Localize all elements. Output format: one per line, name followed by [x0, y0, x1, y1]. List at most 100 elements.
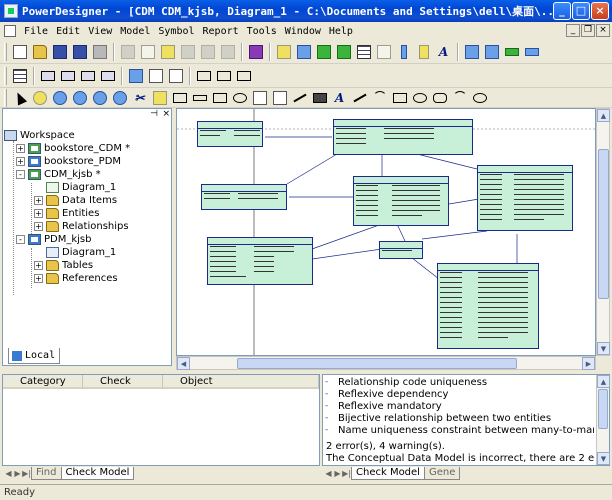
- new-icon[interactable]: [10, 42, 29, 61]
- zoom-fit-icon[interactable]: [110, 88, 129, 107]
- canvas-vertical-scrollbar[interactable]: ▲ ▼: [596, 108, 610, 356]
- diagram-canvas[interactable]: [176, 108, 596, 356]
- zoom-out-icon[interactable]: [70, 88, 89, 107]
- column-check[interactable]: Check: [83, 375, 163, 389]
- tab-last-icon[interactable]: ▶|: [342, 469, 351, 478]
- entity-box[interactable]: [477, 165, 573, 231]
- workspace-toggle-icon[interactable]: [10, 66, 29, 85]
- expand-toggle[interactable]: +: [34, 261, 43, 270]
- menu-report[interactable]: Report: [199, 26, 243, 37]
- line-icon[interactable]: [350, 88, 369, 107]
- tab-next-icon[interactable]: ▶: [13, 469, 22, 478]
- link-icon[interactable]: [290, 88, 309, 107]
- column-category[interactable]: Category: [3, 375, 83, 389]
- view-1-icon[interactable]: [38, 66, 57, 85]
- scroll-up-icon[interactable]: ▲: [597, 375, 610, 388]
- tab-prev-icon[interactable]: ◀: [324, 469, 333, 478]
- result-list-icon[interactable]: [166, 66, 185, 85]
- fill-icon[interactable]: [414, 42, 433, 61]
- scroll-down-icon[interactable]: ▼: [597, 452, 610, 465]
- layout-1-icon[interactable]: [194, 66, 213, 85]
- menu-window[interactable]: Window: [281, 26, 325, 37]
- toggle-left-icon[interactable]: [462, 42, 481, 61]
- tab-next-icon[interactable]: ▶: [333, 469, 342, 478]
- text-icon[interactable]: [374, 42, 393, 61]
- brush-icon[interactable]: [394, 42, 413, 61]
- properties-icon[interactable]: [314, 42, 333, 61]
- maximize-button[interactable]: □: [572, 2, 590, 20]
- collapse-toggle[interactable]: -: [16, 170, 25, 179]
- document-icon[interactable]: [4, 25, 16, 37]
- scroll-right-icon[interactable]: ▶: [582, 357, 595, 370]
- menu-view[interactable]: View: [84, 26, 116, 37]
- expand-toggle[interactable]: +: [34, 196, 43, 205]
- tree-item-data-items[interactable]: + Data Items: [34, 194, 117, 207]
- view-3-icon[interactable]: [78, 66, 97, 85]
- association-icon[interactable]: [210, 88, 229, 107]
- tree-item-relationships[interactable]: + Relationships: [34, 220, 129, 233]
- grabber-icon[interactable]: [30, 88, 49, 107]
- entity-icon[interactable]: [170, 88, 189, 107]
- canvas-horizontal-scrollbar[interactable]: ◀ ▶: [176, 356, 596, 370]
- layout-3-icon[interactable]: [234, 66, 253, 85]
- undo-icon[interactable]: [198, 42, 217, 61]
- entity-box[interactable]: [437, 263, 539, 349]
- text-tool-icon[interactable]: A: [330, 88, 349, 107]
- scroll-thumb[interactable]: [598, 149, 609, 299]
- mdi-minimize-button[interactable]: _: [566, 24, 580, 37]
- menu-model[interactable]: Model: [116, 26, 154, 37]
- pin-icon[interactable]: ⊣: [150, 109, 158, 119]
- check-model-icon[interactable]: [246, 42, 265, 61]
- tree-item-cdm-kjsb[interactable]: - CDM_kjsb *: [16, 168, 101, 181]
- entity-box[interactable]: [207, 237, 313, 285]
- entity-box[interactable]: [201, 184, 287, 210]
- menu-symbol[interactable]: Symbol: [154, 26, 198, 37]
- expand-toggle[interactable]: +: [34, 209, 43, 218]
- entity-box[interactable]: [353, 176, 449, 226]
- expand-toggle[interactable]: +: [16, 157, 25, 166]
- entity-box[interactable]: [333, 119, 473, 155]
- tree-item-workspace[interactable]: Workspace: [4, 129, 75, 142]
- find-icon[interactable]: [294, 42, 313, 61]
- note-icon[interactable]: [270, 88, 289, 107]
- entity-box[interactable]: [197, 121, 263, 147]
- entity-box[interactable]: [379, 241, 423, 259]
- expand-toggle[interactable]: +: [34, 274, 43, 283]
- tree-item-references[interactable]: + References: [34, 272, 118, 285]
- polyline-icon[interactable]: [450, 88, 469, 107]
- title-icon[interactable]: [310, 88, 329, 107]
- open-icon[interactable]: [30, 42, 49, 61]
- scroll-thumb[interactable]: [237, 358, 517, 369]
- expand-toggle[interactable]: +: [16, 144, 25, 153]
- scroll-thumb[interactable]: [598, 389, 608, 429]
- tree-item-bookstore-cdm[interactable]: + bookstore_CDM *: [16, 142, 130, 155]
- report-icon[interactable]: [354, 42, 373, 61]
- view-4-icon[interactable]: [98, 66, 117, 85]
- menu-help[interactable]: Help: [325, 26, 357, 37]
- tree-item-tables[interactable]: + Tables: [34, 259, 93, 272]
- tree-item-bookstore-pdm[interactable]: + bookstore_PDM: [16, 155, 121, 168]
- tree-item-pdm-kjsb[interactable]: - PDM_kjsb: [16, 233, 92, 246]
- output-icon[interactable]: [146, 66, 165, 85]
- mdi-close-button[interactable]: ×: [596, 24, 610, 37]
- tree-item-entities[interactable]: + Entities: [34, 207, 99, 220]
- mdi-restore-button[interactable]: ❐: [581, 24, 595, 37]
- nav-back-icon[interactable]: [522, 42, 541, 61]
- package-icon[interactable]: [150, 88, 169, 107]
- scroll-up-icon[interactable]: ▲: [597, 109, 610, 122]
- list-icon[interactable]: [334, 42, 353, 61]
- rounded-rect-icon[interactable]: [430, 88, 449, 107]
- tree-item-cdm-diagram[interactable]: Diagram_1: [46, 181, 116, 194]
- collapse-toggle[interactable]: -: [16, 235, 25, 244]
- toggle-right-icon[interactable]: [482, 42, 501, 61]
- delete-icon[interactable]: [178, 42, 197, 61]
- menu-edit[interactable]: Edit: [52, 26, 84, 37]
- copy-icon[interactable]: [138, 42, 157, 61]
- inheritance-icon[interactable]: [190, 88, 209, 107]
- toolbar-grip[interactable]: [4, 88, 7, 107]
- arc-icon[interactable]: [370, 88, 389, 107]
- layout-2-icon[interactable]: [214, 66, 233, 85]
- minimize-button[interactable]: _: [553, 2, 571, 20]
- tree-item-pdm-diagram[interactable]: Diagram_1: [46, 246, 116, 259]
- output-vertical-scrollbar[interactable]: ▲ ▼: [596, 375, 610, 465]
